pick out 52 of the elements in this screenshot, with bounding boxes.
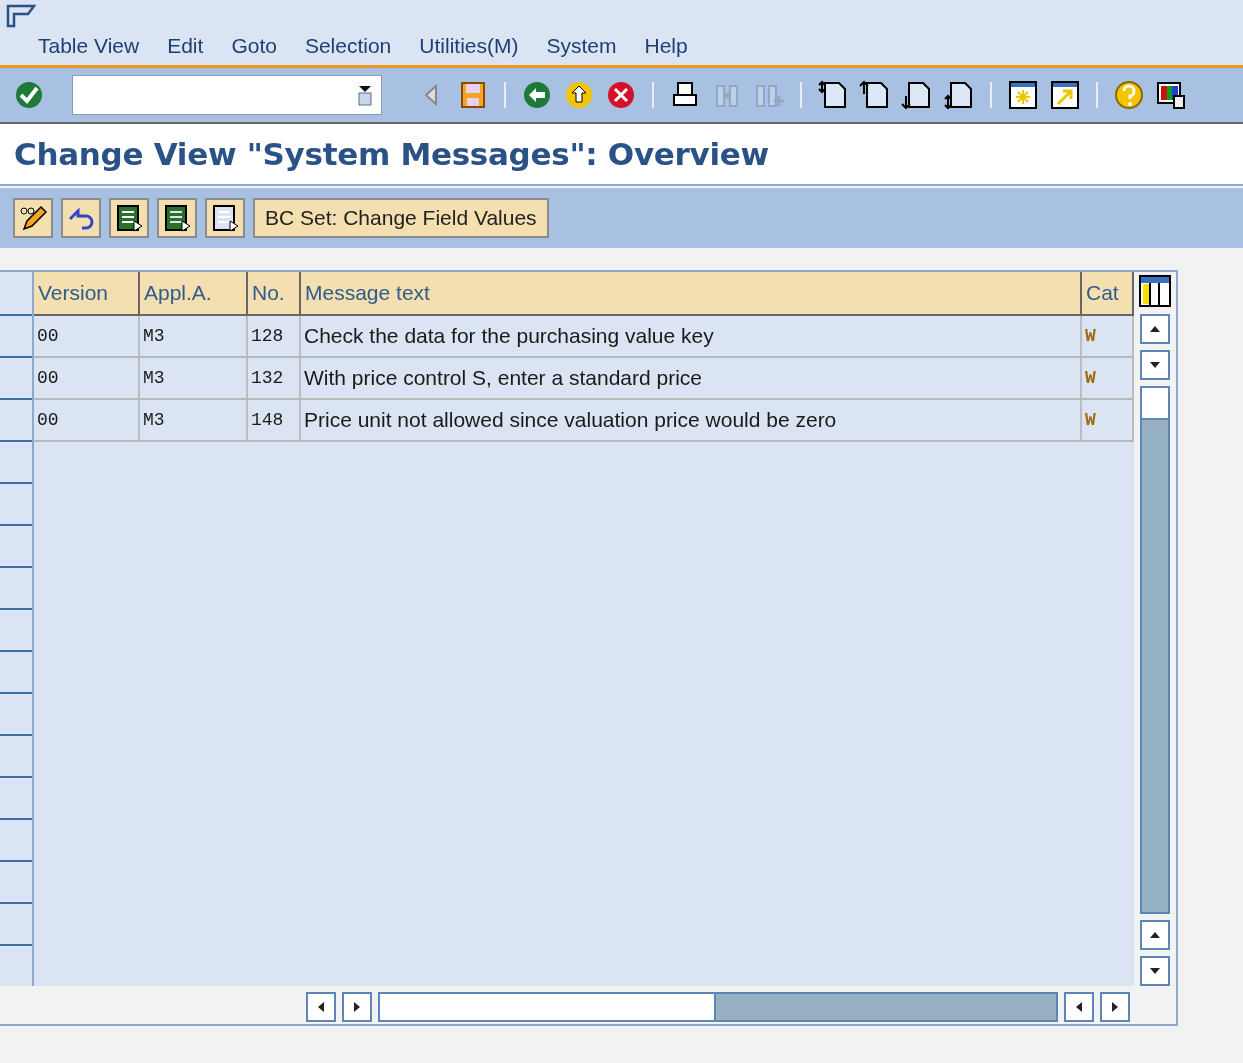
undo-button[interactable]: [61, 198, 101, 238]
table-cell: With price control S, enter a standard price: [301, 358, 1082, 398]
page-right-button[interactable]: [1100, 992, 1130, 1022]
menu-item[interactable]: Goto: [231, 34, 277, 58]
table-cell: M3: [140, 316, 248, 356]
scroll-left-button[interactable]: [306, 992, 336, 1022]
column-header[interactable]: Cat: [1082, 272, 1134, 316]
table-cell: Price unit not allowed since valuation price would be zero: [301, 400, 1082, 440]
list-cursor-icon: [162, 203, 192, 233]
column-header[interactable]: Message text: [301, 272, 1082, 316]
table-cell: 00: [34, 316, 140, 356]
page-title: Change View "System Messages": Overview: [14, 136, 769, 172]
menu-icon[interactable]: [6, 4, 38, 28]
bc-set-button[interactable]: BC Set: Change Field Values: [253, 198, 549, 238]
menu-item[interactable]: System: [546, 34, 617, 58]
scroll-right-button[interactable]: [342, 992, 372, 1022]
page-left-button[interactable]: [1064, 992, 1094, 1022]
horizontal-scrollbar[interactable]: [378, 992, 1058, 1022]
new-window-icon[interactable]: [1006, 78, 1040, 112]
table-cell: 00: [34, 358, 140, 398]
command-field[interactable]: [72, 75, 382, 115]
table-cell: 148: [248, 400, 301, 440]
table-cell: 00: [34, 400, 140, 440]
menu-item[interactable]: Edit: [167, 34, 204, 58]
vertical-scrollbar[interactable]: [1140, 386, 1170, 914]
help-icon[interactable]: [1112, 78, 1146, 112]
table-cell: 132: [248, 358, 301, 398]
select-rows-button[interactable]: [205, 198, 245, 238]
list-cursor-icon: [210, 203, 240, 233]
clipboard-icon: [357, 84, 373, 106]
shortcut-window-icon[interactable]: [1048, 78, 1082, 112]
column-header[interactable]: Appl.A.: [140, 272, 248, 316]
glasses-pencil-icon: [18, 203, 48, 233]
menu-item[interactable]: Utilities(M): [419, 34, 519, 58]
page-down-button[interactable]: [1140, 956, 1170, 986]
table-cell: Check the data for the purchasing value key: [301, 316, 1082, 356]
menu-item[interactable]: Table View: [38, 34, 140, 58]
list-cursor-icon: [114, 203, 144, 233]
select-rows-button[interactable]: [109, 198, 149, 238]
column-settings-icon[interactable]: [1138, 274, 1172, 308]
page-up-button[interactable]: [1140, 920, 1170, 950]
select-rows-button[interactable]: [157, 198, 197, 238]
table-cell: M3: [140, 400, 248, 440]
scroll-down-button[interactable]: [1140, 350, 1170, 380]
menu-item[interactable]: Help: [644, 34, 688, 58]
column-header[interactable]: Version: [34, 272, 140, 316]
table-cell: M3: [140, 358, 248, 398]
scroll-up-button[interactable]: [1140, 314, 1170, 344]
column-header[interactable]: No.: [248, 272, 301, 316]
menu-item[interactable]: Selection: [304, 34, 392, 58]
edit-button[interactable]: [13, 198, 53, 238]
table-cell: 128: [248, 316, 301, 356]
